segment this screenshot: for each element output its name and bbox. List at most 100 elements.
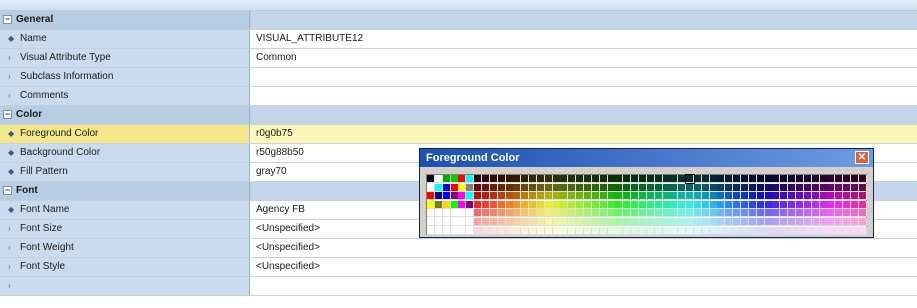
color-swatch[interactable] xyxy=(662,175,671,183)
color-swatch[interactable] xyxy=(513,192,522,201)
color-swatch[interactable] xyxy=(819,200,828,209)
color-swatch[interactable] xyxy=(505,192,514,201)
color-swatch[interactable] xyxy=(725,192,734,201)
property-row[interactable]: ◆ Name VISUAL_ATTRIBUTE12 xyxy=(0,30,917,49)
color-swatch[interactable] xyxy=(717,226,726,235)
color-swatch[interactable] xyxy=(623,218,632,226)
color-swatch[interactable] xyxy=(646,192,655,201)
color-swatch[interactable] xyxy=(819,226,828,235)
color-swatch[interactable] xyxy=(599,175,608,183)
color-swatch[interactable] xyxy=(458,183,467,192)
color-swatch[interactable] xyxy=(803,183,812,192)
color-swatch[interactable] xyxy=(513,226,522,235)
color-swatch[interactable] xyxy=(591,226,600,235)
color-swatch[interactable] xyxy=(599,183,608,192)
color-swatch[interactable] xyxy=(521,200,530,209)
color-swatch[interactable] xyxy=(584,183,592,192)
color-swatch[interactable] xyxy=(489,200,498,209)
color-swatch[interactable] xyxy=(497,226,506,235)
color-swatch[interactable] xyxy=(858,175,867,183)
color-swatch[interactable] xyxy=(733,183,742,192)
color-swatch[interactable] xyxy=(858,218,867,226)
color-swatch[interactable] xyxy=(560,209,569,218)
color-swatch[interactable] xyxy=(756,175,765,183)
color-swatch[interactable] xyxy=(686,192,695,201)
color-swatch[interactable] xyxy=(591,218,600,226)
color-swatch[interactable] xyxy=(725,218,734,226)
color-swatch[interactable] xyxy=(662,192,671,201)
color-swatch[interactable] xyxy=(576,226,585,235)
color-swatch[interactable] xyxy=(481,226,490,235)
color-swatch[interactable] xyxy=(623,192,632,201)
color-swatch[interactable] xyxy=(678,175,687,183)
color-swatch[interactable] xyxy=(803,218,812,226)
color-swatch[interactable] xyxy=(489,175,498,183)
color-swatch[interactable] xyxy=(442,183,451,192)
color-swatch[interactable] xyxy=(646,209,655,218)
color-swatch[interactable] xyxy=(835,209,844,218)
color-swatch[interactable] xyxy=(701,183,710,192)
color-swatch[interactable] xyxy=(434,218,443,226)
color-swatch[interactable] xyxy=(568,183,577,192)
color-swatch[interactable] xyxy=(474,183,483,192)
color-swatch[interactable] xyxy=(788,175,797,183)
color-swatch[interactable] xyxy=(607,200,616,209)
color-swatch[interactable] xyxy=(772,209,781,218)
color-swatch[interactable] xyxy=(858,209,867,218)
color-swatch[interactable] xyxy=(748,209,757,218)
color-swatch[interactable] xyxy=(733,218,742,226)
property-row[interactable]: › Visual Attribute Type Common xyxy=(0,49,917,68)
color-swatch[interactable] xyxy=(858,183,867,192)
color-swatch[interactable] xyxy=(819,192,828,201)
color-swatch[interactable] xyxy=(568,200,577,209)
color-swatch[interactable] xyxy=(576,175,585,183)
color-swatch[interactable] xyxy=(481,218,490,226)
color-swatch[interactable] xyxy=(466,200,475,209)
color-swatch[interactable] xyxy=(450,200,459,209)
color-swatch[interactable] xyxy=(835,200,844,209)
color-swatch[interactable] xyxy=(536,226,545,235)
color-swatch[interactable] xyxy=(584,192,592,201)
color-swatch[interactable] xyxy=(662,209,671,218)
color-swatch[interactable] xyxy=(607,209,616,218)
color-swatch[interactable] xyxy=(662,218,671,226)
color-swatch[interactable] xyxy=(701,200,710,209)
color-swatch[interactable] xyxy=(858,226,867,235)
color-swatch[interactable] xyxy=(772,200,781,209)
color-swatch[interactable] xyxy=(772,226,781,235)
color-swatch[interactable] xyxy=(803,192,812,201)
color-swatch[interactable] xyxy=(505,226,514,235)
color-swatch[interactable] xyxy=(505,175,514,183)
color-swatch[interactable] xyxy=(772,175,781,183)
color-swatch[interactable] xyxy=(670,200,679,209)
color-swatch[interactable] xyxy=(434,183,443,192)
color-swatch[interactable] xyxy=(560,218,569,226)
color-swatch[interactable] xyxy=(450,218,459,226)
color-swatch[interactable] xyxy=(835,175,844,183)
color-swatch[interactable] xyxy=(827,209,836,218)
color-swatch[interactable] xyxy=(693,209,702,218)
color-swatch[interactable] xyxy=(795,226,804,235)
color-swatch[interactable] xyxy=(843,226,852,235)
color-swatch[interactable] xyxy=(505,218,514,226)
property-value[interactable]: Common xyxy=(251,49,917,67)
color-swatch[interactable] xyxy=(568,175,577,183)
collapse-icon[interactable]: − xyxy=(3,186,12,195)
color-swatch[interactable] xyxy=(481,209,490,218)
color-swatch[interactable] xyxy=(521,175,530,183)
color-swatch[interactable] xyxy=(442,175,451,183)
color-swatch[interactable] xyxy=(850,209,859,218)
color-swatch[interactable] xyxy=(427,218,435,226)
color-swatch[interactable] xyxy=(662,226,671,235)
color-swatch[interactable] xyxy=(544,200,553,209)
color-swatch[interactable] xyxy=(733,200,742,209)
color-swatch[interactable] xyxy=(780,175,789,183)
color-swatch[interactable] xyxy=(811,192,820,201)
color-swatch[interactable] xyxy=(623,200,632,209)
color-swatch[interactable] xyxy=(529,218,538,226)
color-swatch[interactable] xyxy=(568,209,577,218)
color-swatch[interactable] xyxy=(748,175,757,183)
color-swatch[interactable] xyxy=(489,226,498,235)
color-swatch[interactable] xyxy=(560,183,569,192)
color-swatch[interactable] xyxy=(725,200,734,209)
